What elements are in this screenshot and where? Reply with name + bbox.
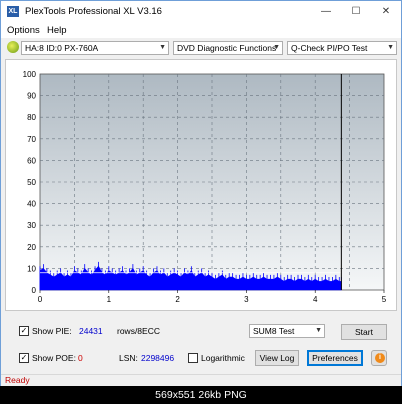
status-bar: Ready [1, 374, 401, 386]
y-tick-label: 0 [32, 286, 37, 295]
chevron-down-icon: ▼ [273, 44, 280, 51]
drive-select[interactable]: HA:8 ID:0 PX-760A ▼ [21, 41, 169, 55]
toolbar: HA:8 ID:0 PX-760A ▼ DVD Diagnostic Funct… [1, 38, 401, 57]
drive-icon [7, 41, 19, 53]
controls-panel: ✓ Show PIE: 24431 rows/8ECC ✓ Show POE: … [5, 315, 397, 369]
lsn-value: 2298496 [141, 353, 175, 363]
sum-test-select[interactable]: SUM8 Test ▼ [249, 324, 325, 338]
pie-value: 24431 [79, 326, 103, 336]
preferences-button[interactable]: Preferences [307, 350, 363, 366]
x-tick-label: 4 [313, 295, 318, 304]
test-select-value: Q-Check PI/PO Test [291, 43, 368, 53]
y-tick-label: 80 [27, 113, 36, 122]
y-tick-label: 100 [23, 70, 37, 79]
title-bar: XL PlexTools Professional XL V3.16 — ☐ ✕ [1, 1, 401, 23]
x-tick-label: 5 [382, 295, 387, 304]
sum-test-value: SUM8 Test [253, 326, 295, 336]
info-icon: i [375, 353, 385, 363]
y-tick-label: 30 [27, 221, 36, 230]
x-tick-label: 3 [244, 295, 249, 304]
minimize-button[interactable]: — [311, 1, 341, 23]
chevron-down-icon: ▼ [315, 327, 322, 334]
window-title: PlexTools Professional XL V3.16 [25, 6, 162, 17]
drive-select-value: HA:8 ID:0 PX-760A [25, 43, 99, 53]
y-tick-label: 20 [27, 243, 36, 252]
y-tick-label: 10 [27, 264, 36, 273]
show-poe-label: Show POE: [32, 353, 76, 363]
menu-options[interactable]: Options [7, 25, 40, 36]
x-tick-label: 0 [38, 295, 43, 304]
y-tick-label: 90 [27, 92, 36, 101]
test-select[interactable]: Q-Check PI/PO Test ▼ [287, 41, 397, 55]
y-tick-label: 60 [27, 156, 36, 165]
pi-chart: 10090807060504030201000 1 2 3 4 5 [23, 70, 387, 304]
view-log-button[interactable]: View Log [255, 350, 299, 366]
pie-unit: rows/8ECC [117, 326, 160, 336]
function-select[interactable]: DVD Diagnostic Functions ▼ [173, 41, 283, 55]
maximize-button[interactable]: ☐ [341, 1, 371, 23]
start-button[interactable]: Start [341, 324, 387, 340]
lsn-label: LSN: [119, 353, 138, 363]
y-tick-label: 70 [27, 135, 36, 144]
show-pie-checkbox[interactable]: ✓ [19, 326, 29, 336]
show-pie-label: Show PIE: [32, 326, 72, 336]
application-window: XL PlexTools Professional XL V3.16 — ☐ ✕… [0, 0, 402, 386]
y-tick-label: 40 [27, 200, 36, 209]
app-icon: XL [7, 6, 19, 17]
menu-help[interactable]: Help [47, 25, 67, 36]
function-select-value: DVD Diagnostic Functions [177, 43, 277, 53]
y-tick-label: 50 [27, 178, 36, 187]
menu-bar: Options Help [1, 23, 401, 38]
status-text: Ready [5, 375, 30, 385]
logarithmic-label: Logarithmic [201, 353, 245, 363]
poe-value: 0 [78, 353, 83, 363]
image-caption: 569x551 26kb PNG [0, 386, 402, 404]
x-tick-label: 2 [175, 295, 180, 304]
logarithmic-checkbox[interactable] [188, 353, 198, 363]
chevron-down-icon: ▼ [387, 44, 394, 51]
info-button[interactable]: i [371, 350, 387, 366]
close-button[interactable]: ✕ [371, 1, 401, 23]
show-poe-checkbox[interactable]: ✓ [19, 353, 29, 363]
chevron-down-icon: ▼ [159, 44, 166, 51]
x-tick-label: 1 [107, 295, 112, 304]
chart-panel: 100 90 80 70 60 50 40 30 20 10 0 0 1 2 3 4 5 [5, 59, 397, 311]
